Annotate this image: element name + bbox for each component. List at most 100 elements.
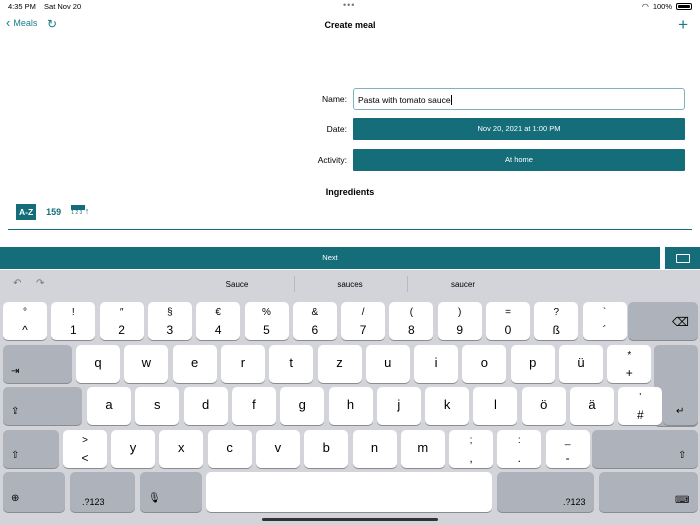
suggestion-3[interactable]: saucer xyxy=(407,280,519,289)
key-u[interactable]: u xyxy=(365,345,410,383)
key-9[interactable]: ) 9 xyxy=(437,302,482,340)
sort-number-button[interactable]: 159 xyxy=(46,207,61,217)
key-^[interactable]: ° ^ xyxy=(3,302,47,340)
key-letter: ä xyxy=(588,397,596,412)
key-symbol: # xyxy=(636,408,644,422)
key-c[interactable]: c xyxy=(207,430,252,468)
key-w[interactable]: w xyxy=(124,345,169,383)
key-letter: y xyxy=(129,440,137,455)
shift-right-key[interactable]: ⇧ xyxy=(592,430,698,468)
key-shift-symbol: ! xyxy=(71,307,75,318)
key-f[interactable]: f xyxy=(231,387,276,425)
key-ö[interactable]: ö xyxy=(521,387,566,425)
key-letter: ö xyxy=(540,397,548,412)
key-shift-symbol: € xyxy=(215,307,221,318)
key-d[interactable]: d xyxy=(183,387,228,425)
key-letter: u xyxy=(384,355,392,370)
numbers-mode-key-left[interactable]: .?123 xyxy=(70,472,135,512)
globe-key[interactable]: ⊕ xyxy=(3,472,65,512)
key-ü[interactable]: ü xyxy=(559,345,603,383)
activity-button[interactable]: At home xyxy=(353,149,685,171)
dictation-key[interactable]: 🎙 xyxy=(140,472,202,512)
key-p[interactable]: p xyxy=(510,345,555,383)
key-q[interactable]: q xyxy=(76,345,120,383)
keyboard-icon xyxy=(675,253,690,263)
key-letter: w xyxy=(141,355,151,370)
numbers-mode-label: .?123 xyxy=(82,497,105,507)
keyboard-toggle-button[interactable] xyxy=(665,247,700,269)
hide-keyboard-key[interactable]: ⌨ xyxy=(599,472,698,512)
key-t[interactable]: t xyxy=(269,345,314,383)
redo-icon[interactable]: ↷ xyxy=(36,278,44,289)
sort-az-button[interactable]: A-Z xyxy=(16,204,37,220)
suggestion-1[interactable]: Sauce xyxy=(181,280,293,289)
sort-nutrition-icon[interactable]: 1 2 3 ↑ xyxy=(71,205,89,219)
sort-options: A-Z 159 1 2 3 ↑ xyxy=(16,204,89,220)
key-symbol: 3 xyxy=(166,323,174,337)
key-2[interactable]: ″ 2 xyxy=(99,302,144,340)
key-1[interactable]: ! 1 xyxy=(51,302,96,340)
key-b[interactable]: b xyxy=(304,430,349,468)
date-button[interactable]: Nov 20, 2021 at 1:00 PM xyxy=(353,118,685,140)
shift-left-key[interactable]: ⇧ xyxy=(3,430,59,468)
key-8[interactable]: (8 xyxy=(389,302,434,340)
return-key[interactable]: ↵ xyxy=(663,387,698,425)
key-z[interactable]: z xyxy=(317,345,362,383)
key-6[interactable]: & 6 xyxy=(292,302,337,340)
key-plus[interactable]: * + xyxy=(607,345,652,383)
key-o[interactable]: o xyxy=(462,345,507,383)
key-symbol: - xyxy=(565,451,570,465)
key-a[interactable]: a xyxy=(87,387,131,425)
navigation-bar: ‹ Meals ↻ Create meal + xyxy=(0,14,700,36)
key-symbol: 1 xyxy=(69,323,77,337)
key-letter: b xyxy=(322,440,330,455)
key-letter: v xyxy=(274,440,282,455)
name-field[interactable]: Pasta with tomato sauce xyxy=(353,88,685,110)
tab-key[interactable]: ⇥ xyxy=(3,345,72,383)
key-5[interactable]: % 5 xyxy=(244,302,289,340)
key-punct-1[interactable]: :. xyxy=(497,430,542,468)
key-m[interactable]: m xyxy=(400,430,445,468)
key-l[interactable]: l xyxy=(473,387,518,425)
key-7[interactable]: /7 xyxy=(341,302,386,340)
key-v[interactable]: v xyxy=(255,430,300,468)
key-y[interactable]: y xyxy=(111,430,155,468)
caps-lock-key[interactable]: ⇪ xyxy=(3,387,82,425)
multitasking-dots-icon[interactable]: ••• xyxy=(343,0,355,10)
key-ä[interactable]: ä xyxy=(570,387,614,425)
key-g[interactable]: g xyxy=(280,387,325,425)
ingredients-title: Ingredients xyxy=(325,187,375,197)
next-button[interactable]: Next xyxy=(0,247,660,269)
keyboard-hide-icon: ⌨ xyxy=(675,495,690,506)
key-3[interactable]: § 3 xyxy=(147,302,192,340)
key-k[interactable]: k xyxy=(425,387,470,425)
key-less-than[interactable]: > < xyxy=(63,430,107,468)
sort-icon-numbers: 1 2 3 xyxy=(71,210,83,216)
key-hash[interactable]: ’ # xyxy=(618,387,663,425)
key-x[interactable]: x xyxy=(159,430,204,468)
key-s[interactable]: s xyxy=(135,387,180,425)
undo-icon[interactable]: ↶ xyxy=(13,278,21,289)
key-ß[interactable]: ? ß xyxy=(534,302,579,340)
delete-key[interactable]: ⌫ xyxy=(628,302,698,340)
key-e[interactable]: e xyxy=(172,345,217,383)
key-n[interactable]: n xyxy=(352,430,397,468)
numbers-mode-key-right[interactable]: .?123 xyxy=(497,472,594,512)
key-4[interactable]: €4 xyxy=(196,302,241,340)
return-icon: ↵ xyxy=(676,406,685,417)
name-label: Name: xyxy=(321,94,347,104)
space-key[interactable] xyxy=(206,472,492,512)
key-j[interactable]: j xyxy=(376,387,421,425)
key-letter: g xyxy=(298,397,306,412)
suggestion-2[interactable]: sauces xyxy=(294,280,406,289)
add-icon[interactable]: + xyxy=(678,15,688,35)
key-shift-symbol: % xyxy=(262,307,271,318)
key-punct-2[interactable]: _ - xyxy=(545,430,590,468)
key-´[interactable]: ` ´ xyxy=(582,302,627,340)
key-h[interactable]: h xyxy=(328,387,373,425)
key-letter: k xyxy=(443,397,451,412)
key-0[interactable]: = 0 xyxy=(486,302,530,340)
key-i[interactable]: i xyxy=(414,345,459,383)
key-r[interactable]: r xyxy=(220,345,265,383)
key-punct-0[interactable]: ;, xyxy=(449,430,493,468)
